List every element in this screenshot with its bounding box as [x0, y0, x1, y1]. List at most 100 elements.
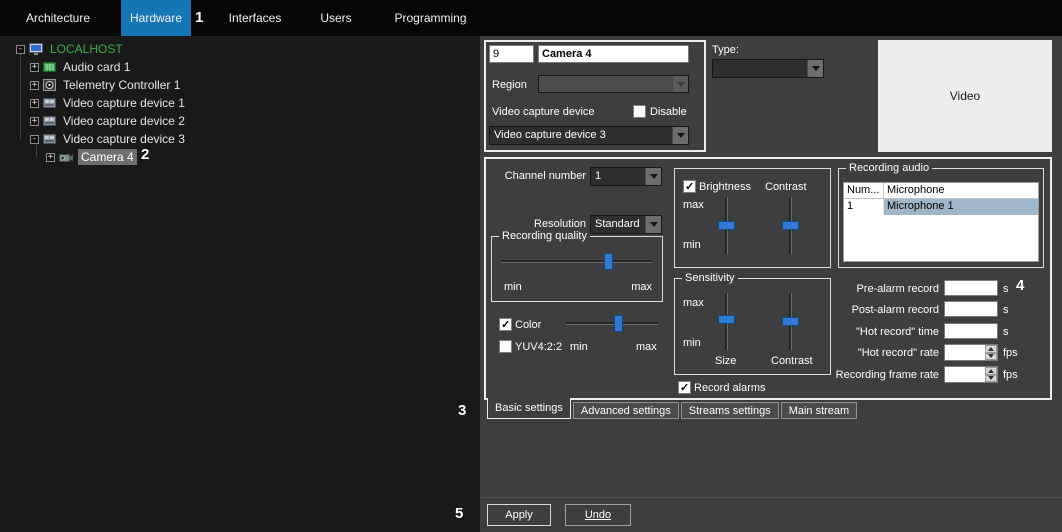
recording-audio-title: Recording audio	[846, 162, 932, 175]
recording-quality-slider[interactable]	[502, 253, 652, 271]
recording-frame-rate-spinner	[944, 366, 998, 383]
video-preview: Video	[878, 40, 1052, 152]
spin-down-button[interactable]	[985, 353, 997, 361]
capture-device-select[interactable]: Video capture device 3	[489, 126, 689, 145]
table-row[interactable]: 1 Microphone 1	[844, 199, 1038, 215]
slider-thumb[interactable]	[614, 315, 623, 332]
tree-row-localhost: - LOCALHOST	[16, 40, 126, 58]
column-header-microphone[interactable]: Microphone	[884, 183, 1038, 199]
expand-toggle-icon[interactable]: +	[46, 153, 55, 162]
tree-item-telemetry-controller-1[interactable]: Telemetry Controller 1	[60, 77, 183, 93]
color-checkbox[interactable]	[499, 318, 512, 331]
channel-number-value: 1	[595, 168, 644, 185]
spinner-buttons	[985, 345, 997, 360]
expand-toggle-icon[interactable]: +	[30, 99, 39, 108]
disable-checkbox[interactable]	[633, 105, 646, 118]
type-select[interactable]	[712, 59, 824, 78]
post-alarm-record-label: Post-alarm record	[791, 304, 939, 316]
record-alarms-label: Record alarms	[694, 382, 766, 394]
slider-thumb[interactable]	[782, 221, 799, 230]
tab-main-stream[interactable]: Main stream	[781, 402, 858, 419]
tree-row-capture-3: - Video capture device 3	[30, 130, 188, 148]
slider-thumb[interactable]	[782, 317, 799, 326]
tree-row-camera-4: + Camera 4	[46, 148, 137, 166]
tab-streams-settings[interactable]: Streams settings	[681, 402, 779, 419]
pre-alarm-record-input[interactable]	[944, 280, 998, 296]
record-alarms-checkbox[interactable]	[678, 381, 691, 394]
tab-hardware[interactable]: Hardware	[121, 0, 191, 36]
slider-thumb[interactable]	[718, 315, 735, 324]
cell-microphone: Microphone 1	[884, 199, 1038, 215]
region-select[interactable]	[538, 75, 689, 93]
brightness-checkbox[interactable]	[683, 180, 696, 193]
brightness-slider[interactable]	[717, 197, 735, 255]
tab-basic-settings[interactable]: Basic settings	[487, 398, 571, 419]
slider-thumb[interactable]	[718, 221, 735, 230]
audio-card-icon	[43, 61, 56, 73]
capture-device-icon	[43, 97, 56, 109]
region-select-value	[543, 76, 671, 92]
max-label: max	[683, 199, 704, 211]
yuv-label: YUV4:2:2	[515, 341, 562, 353]
color-slider[interactable]	[566, 315, 658, 333]
capture-device-select-value: Video capture device 3	[494, 127, 671, 144]
object-name-field[interactable]	[538, 45, 689, 63]
recording-audio-group: Recording audio Num... Microphone 1 Micr…	[838, 168, 1044, 268]
tree-item-video-capture-device-2[interactable]: Video capture device 2	[60, 113, 188, 129]
tree-row-capture-1: + Video capture device 1	[30, 94, 188, 112]
resolution-select[interactable]: Standard	[590, 215, 662, 234]
spin-up-button[interactable]	[985, 367, 997, 375]
apply-button[interactable]: Apply	[487, 504, 551, 526]
tab-architecture[interactable]: Architecture	[10, 0, 106, 36]
expand-toggle-icon[interactable]: +	[30, 81, 39, 90]
recording-audio-table: Num... Microphone 1 Microphone 1	[843, 182, 1039, 262]
slider-thumb[interactable]	[604, 253, 613, 270]
annotation-4: 4	[1016, 277, 1024, 294]
settings-tabs: Basic settings Advanced settings Streams…	[487, 398, 859, 419]
chevron-down-icon	[645, 216, 661, 233]
max-label: max	[683, 297, 704, 309]
chevron-down-icon	[645, 168, 661, 185]
object-id-field[interactable]	[489, 45, 534, 63]
expand-toggle-icon[interactable]: +	[30, 117, 39, 126]
slider-track	[566, 322, 658, 325]
column-header-number[interactable]: Num...	[844, 183, 884, 199]
expand-toggle-icon[interactable]: +	[30, 63, 39, 72]
tree-row-audio-card: + Audio card 1	[30, 58, 133, 76]
min-label: min	[504, 281, 522, 293]
capture-device-icon	[43, 133, 56, 145]
cell-number: 1	[844, 199, 884, 215]
tab-interfaces[interactable]: Interfaces	[214, 0, 296, 36]
resolution-value: Standard	[595, 216, 644, 233]
yuv-checkbox[interactable]	[499, 340, 512, 353]
hot-record-rate-label: "Hot record" rate	[791, 347, 939, 359]
post-alarm-record-input[interactable]	[944, 301, 998, 317]
capture-device-icon	[43, 115, 56, 127]
hot-record-rate-unit: fps	[1003, 347, 1018, 359]
disable-label: Disable	[650, 106, 687, 118]
brightness-contrast-group: Brightness Contrast max min	[674, 168, 831, 268]
tree-item-audio-card-1[interactable]: Audio card 1	[60, 59, 133, 75]
hot-record-time-unit: s	[1003, 326, 1009, 338]
type-label: Type:	[712, 44, 739, 56]
contrast-slider[interactable]	[781, 197, 799, 255]
spin-down-button[interactable]	[985, 375, 997, 383]
tree-item-localhost[interactable]: LOCALHOST	[47, 41, 126, 57]
channel-number-select[interactable]: 1	[590, 167, 662, 186]
camera-icon	[59, 152, 74, 163]
sensitivity-size-slider[interactable]	[717, 293, 735, 351]
tree-item-video-capture-device-3[interactable]: Video capture device 3	[60, 131, 188, 147]
collapse-toggle-icon[interactable]: -	[30, 135, 39, 144]
tab-programming[interactable]: Programming	[383, 0, 478, 36]
tree-item-camera-4[interactable]: Camera 4	[78, 149, 137, 165]
footer-divider	[481, 497, 1062, 498]
tree-item-video-capture-device-1[interactable]: Video capture device 1	[60, 95, 188, 111]
sensitivity-contrast-slider[interactable]	[781, 293, 799, 351]
collapse-toggle-icon[interactable]: -	[16, 45, 25, 54]
tab-advanced-settings[interactable]: Advanced settings	[573, 402, 679, 419]
undo-button[interactable]: Undo	[565, 504, 631, 526]
tab-users[interactable]: Users	[301, 0, 371, 36]
min-label: min	[683, 337, 701, 349]
spin-up-button[interactable]	[985, 345, 997, 353]
hot-record-time-input[interactable]	[944, 323, 998, 339]
